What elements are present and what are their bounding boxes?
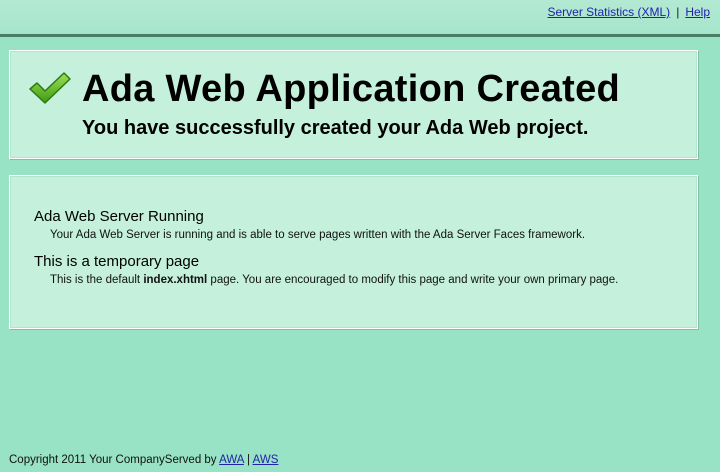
aws-link[interactable]: AWS xyxy=(253,454,279,466)
page-title: Ada Web Application Created xyxy=(82,68,621,110)
banner-panel: Ada Web Application Created You have suc… xyxy=(9,50,698,159)
filename-text: index.xhtml xyxy=(143,274,208,286)
text-before: This is the default xyxy=(50,274,144,286)
awa-link[interactable]: AWA xyxy=(219,454,244,466)
copyright-text: Copyright 2011 Your Company xyxy=(9,454,165,466)
section-heading: Ada Web Server Running xyxy=(34,208,204,225)
served-by-text: Served by xyxy=(164,454,220,466)
top-links: Server Statistics (XML) | Help xyxy=(547,5,710,19)
text-after: page. You are encouraged to modify this … xyxy=(207,274,619,286)
check-icon xyxy=(29,72,71,104)
link-separator: | xyxy=(676,5,680,19)
section-text: This is the default index.xhtml page. Yo… xyxy=(50,272,674,288)
section-text: Your Ada Web Server is running and is ab… xyxy=(50,229,586,241)
section-heading: This is a temporary page xyxy=(34,253,200,270)
footer: Copyright 2011 Your CompanyServed by AWA… xyxy=(9,454,278,466)
server-statistics-link[interactable]: Server Statistics (XML) xyxy=(547,5,670,19)
top-bar: Server Statistics (XML) | Help xyxy=(0,0,720,37)
temporary-page-section: This is a temporary page This is the def… xyxy=(34,253,674,288)
page-subtitle: You have successfully created your Ada W… xyxy=(82,117,589,139)
help-link[interactable]: Help xyxy=(685,5,710,19)
content-panel: Ada Web Server Running Your Ada Web Serv… xyxy=(9,175,698,329)
server-running-section: Ada Web Server Running Your Ada Web Serv… xyxy=(34,208,674,243)
footer-separator: | xyxy=(243,454,253,466)
